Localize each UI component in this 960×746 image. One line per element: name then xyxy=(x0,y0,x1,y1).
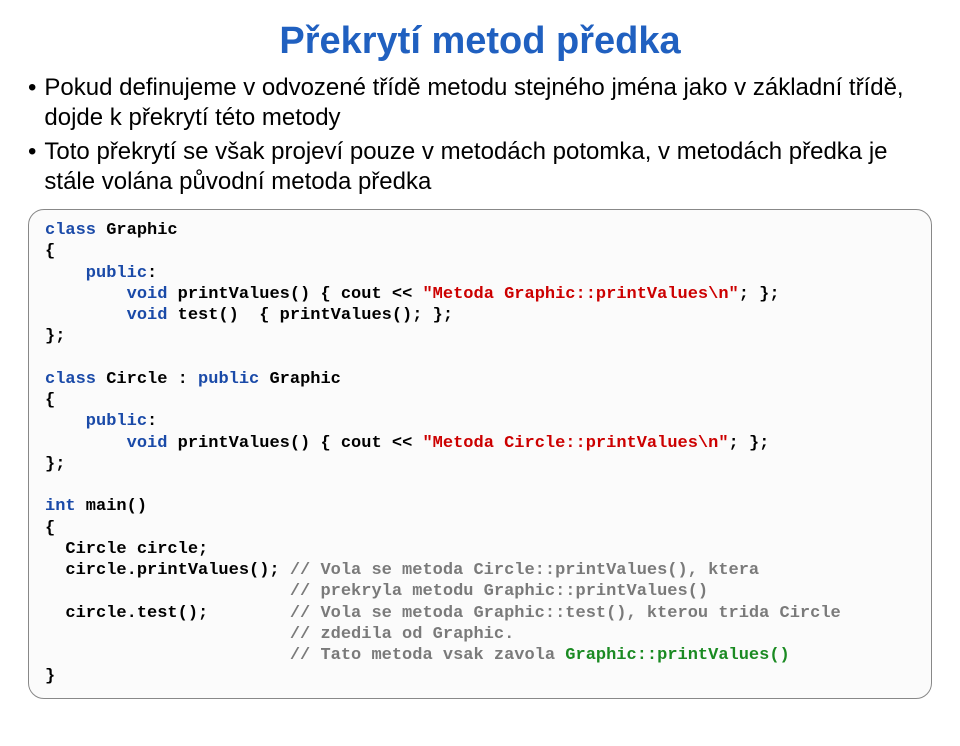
code-block: class Graphic { public: void printValues… xyxy=(28,209,932,699)
code-token: int xyxy=(45,497,76,516)
bullet-item: • Pokud definujeme v odvozené třídě meto… xyxy=(28,73,932,133)
code-token: Graphic xyxy=(259,370,341,389)
code-token: { xyxy=(45,519,55,538)
code-token: void xyxy=(45,434,167,453)
bullet-text: Pokud definujeme v odvozené třídě metodu… xyxy=(44,73,932,133)
code-token: : xyxy=(147,264,157,283)
code-token: void xyxy=(45,306,167,325)
code-comment: // zdedila od Graphic. xyxy=(45,625,514,644)
code-token: Graphic xyxy=(96,221,178,240)
code-comment: // Tato metoda vsak zavola xyxy=(45,646,565,665)
code-token: printValues() { xyxy=(167,434,340,453)
code-token: }; xyxy=(45,455,65,474)
code-token: circle.test(); xyxy=(45,604,290,623)
code-token: << xyxy=(382,285,423,304)
bullet-text: Toto překrytí se však projeví pouze v me… xyxy=(44,137,932,197)
code-token: }; xyxy=(45,327,65,346)
code-comment: Graphic::printValues() xyxy=(565,646,789,665)
code-comment: // prekryla metodu Graphic::printValues(… xyxy=(45,582,708,601)
code-comment: // Vola se metoda Graphic::test(), ktero… xyxy=(290,604,841,623)
code-token: ; }; xyxy=(739,285,780,304)
code-token: "Metoda Circle::printValues\n" xyxy=(422,434,728,453)
code-token: << xyxy=(382,434,423,453)
code-token: main() xyxy=(76,497,147,516)
slide-title: Překrytí metod předka xyxy=(28,20,932,63)
code-token: printValues() { xyxy=(167,285,340,304)
code-token: Circle circle; xyxy=(45,540,208,559)
code-token: void xyxy=(45,285,167,304)
code-token: ; }; xyxy=(729,434,770,453)
code-token: } xyxy=(45,667,55,686)
code-token: { xyxy=(45,391,55,410)
bullet-dot: • xyxy=(28,73,36,103)
code-token: : xyxy=(147,412,157,431)
code-token: "Metoda Graphic::printValues\n" xyxy=(422,285,738,304)
code-token: Circle : xyxy=(96,370,198,389)
bullet-dot: • xyxy=(28,137,36,167)
slide: Překrytí metod předka • Pokud definujeme… xyxy=(0,0,960,719)
code-token: cout xyxy=(341,285,382,304)
bullet-list: • Pokud definujeme v odvozené třídě meto… xyxy=(28,73,932,197)
code-token: class xyxy=(45,221,96,240)
code-token: { xyxy=(45,242,55,261)
code-token: class xyxy=(45,370,96,389)
code-token: test() { printValues(); }; xyxy=(167,306,453,325)
code-token: public xyxy=(198,370,259,389)
bullet-item: • Toto překrytí se však projeví pouze v … xyxy=(28,137,932,197)
code-token: public xyxy=(45,412,147,431)
code-comment: // Vola se metoda Circle::printValues(),… xyxy=(290,561,759,580)
code-token: circle.printValues(); xyxy=(45,561,290,580)
code-token: cout xyxy=(341,434,382,453)
code-token: public xyxy=(45,264,147,283)
